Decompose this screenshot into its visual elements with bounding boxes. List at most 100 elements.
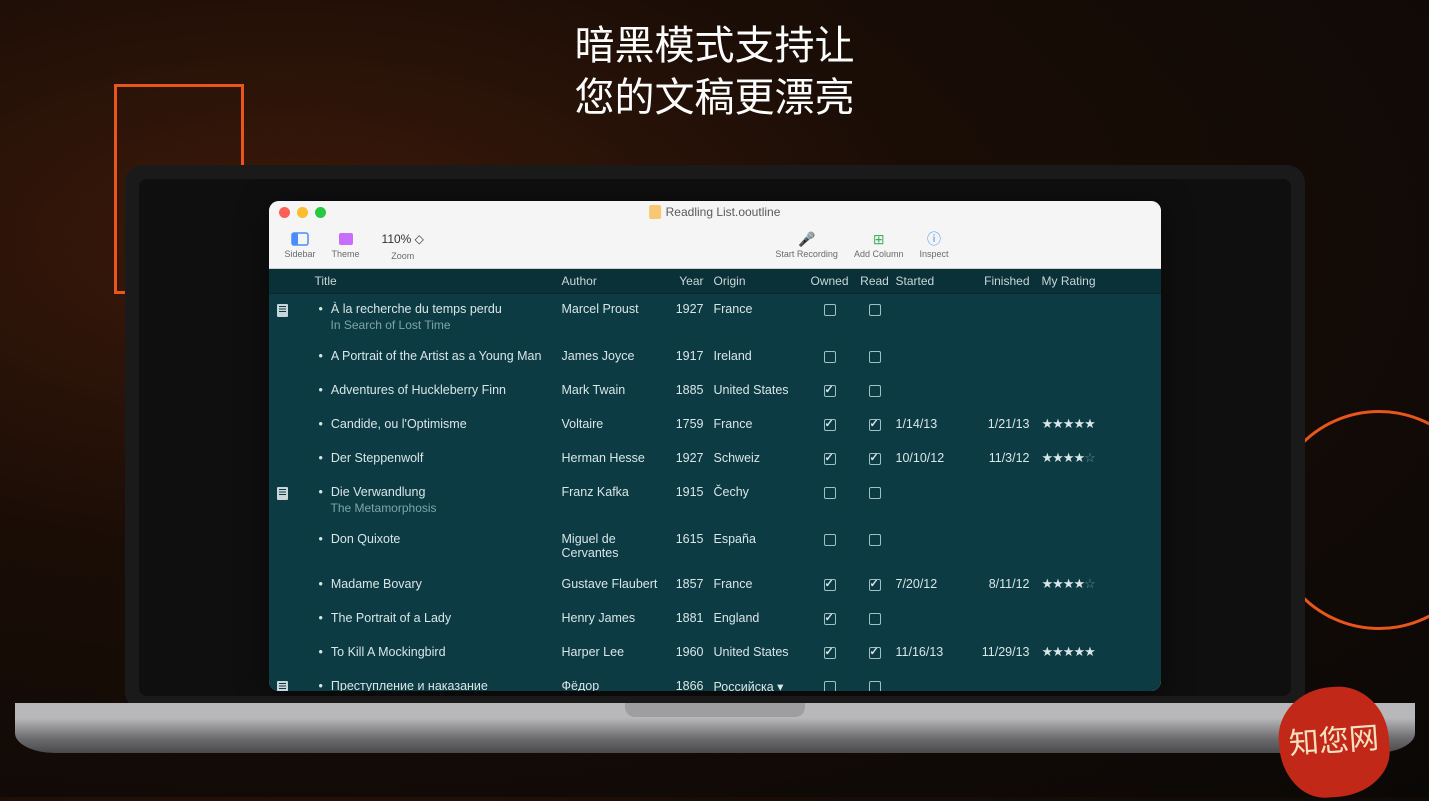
row-year[interactable]: 1915	[670, 482, 710, 502]
row-author[interactable]: Gustave Flaubert	[562, 574, 670, 594]
row-finished[interactable]	[966, 380, 1038, 386]
note-icon[interactable]	[277, 304, 288, 317]
row-title[interactable]: Candide, ou l'Optimisme	[315, 417, 562, 431]
col-origin[interactable]: Origin	[710, 269, 806, 293]
row-rating[interactable]	[1038, 529, 1130, 535]
row-started[interactable]	[896, 482, 966, 488]
row-origin[interactable]: France	[710, 574, 806, 594]
col-started[interactable]: Started	[896, 269, 966, 293]
table-row[interactable]: To Kill A MockingbirdHarper Lee1960Unite…	[269, 637, 1161, 671]
row-started[interactable]: 10/10/12	[896, 448, 966, 468]
read-checkbox[interactable]	[869, 613, 881, 625]
row-origin[interactable]: United States	[710, 642, 806, 662]
row-year[interactable]: 1615	[670, 529, 710, 549]
owned-checkbox[interactable]	[824, 304, 836, 316]
row-author[interactable]: Voltaire	[562, 414, 670, 434]
row-started[interactable]: 7/20/12	[896, 574, 966, 594]
row-title[interactable]: À la recherche du temps perdu	[315, 302, 562, 316]
row-finished[interactable]	[966, 529, 1038, 535]
read-checkbox[interactable]	[869, 419, 881, 431]
row-author[interactable]: Henry James	[562, 608, 670, 628]
row-started[interactable]	[896, 380, 966, 386]
row-author[interactable]: Фёдор	[562, 676, 670, 691]
row-started[interactable]	[896, 608, 966, 614]
row-origin[interactable]: France	[710, 414, 806, 434]
row-rating[interactable]	[1038, 482, 1130, 488]
row-origin[interactable]: Čechy	[710, 482, 806, 502]
row-origin[interactable]: Schweiz	[710, 448, 806, 468]
row-author[interactable]: Marcel Proust	[562, 299, 670, 319]
owned-checkbox[interactable]	[824, 487, 836, 499]
row-origin[interactable]: United States	[710, 380, 806, 400]
row-year[interactable]: 1885	[670, 380, 710, 400]
col-owned[interactable]: Owned	[806, 269, 854, 293]
row-title[interactable]: Преступление и наказание	[315, 679, 562, 691]
row-author[interactable]: James Joyce	[562, 346, 670, 366]
row-year[interactable]: 1917	[670, 346, 710, 366]
row-started[interactable]	[896, 676, 966, 682]
read-checkbox[interactable]	[869, 647, 881, 659]
read-checkbox[interactable]	[869, 534, 881, 546]
read-checkbox[interactable]	[869, 487, 881, 499]
table-row[interactable]: Madame BovaryGustave Flaubert1857France7…	[269, 569, 1161, 603]
row-origin[interactable]: España	[710, 529, 806, 549]
row-author[interactable]: Mark Twain	[562, 380, 670, 400]
row-started[interactable]: 11/16/13	[896, 642, 966, 662]
table-row[interactable]: Don QuixoteMiguel de Cervantes1615España	[269, 524, 1161, 569]
row-title[interactable]: Adventures of Huckleberry Finn	[315, 383, 562, 397]
row-finished[interactable]	[966, 482, 1038, 488]
owned-checkbox[interactable]	[824, 534, 836, 546]
col-title[interactable]: Title	[297, 269, 562, 293]
row-finished[interactable]	[966, 346, 1038, 352]
row-title[interactable]: A Portrait of the Artist as a Young Man	[315, 349, 562, 363]
row-year[interactable]: 1866	[670, 676, 710, 691]
fullscreen-button[interactable]	[315, 207, 326, 218]
zoom-control[interactable]: 110% ◇ Zoom	[368, 230, 438, 261]
row-rating[interactable]	[1038, 608, 1130, 614]
read-checkbox[interactable]	[869, 579, 881, 591]
row-title[interactable]: Die Verwandlung	[315, 485, 562, 499]
table-row[interactable]: A Portrait of the Artist as a Young ManJ…	[269, 341, 1161, 375]
read-checkbox[interactable]	[869, 385, 881, 397]
row-rating[interactable]	[1038, 380, 1130, 386]
row-year[interactable]: 1881	[670, 608, 710, 628]
owned-checkbox[interactable]	[824, 579, 836, 591]
col-finished[interactable]: Finished	[966, 269, 1038, 293]
col-year[interactable]: Year	[670, 269, 710, 293]
note-icon[interactable]	[277, 487, 288, 500]
row-title[interactable]: Madame Bovary	[315, 577, 562, 591]
row-started[interactable]	[896, 529, 966, 535]
row-title[interactable]: The Portrait of a Lady	[315, 611, 562, 625]
row-author[interactable]: Harper Lee	[562, 642, 670, 662]
owned-checkbox[interactable]	[824, 419, 836, 431]
add-column-button[interactable]: ⊞ Add Column	[846, 232, 912, 259]
row-year[interactable]: 1960	[670, 642, 710, 662]
row-rating[interactable]: ★★★★★	[1038, 642, 1130, 662]
row-title[interactable]: Der Steppenwolf	[315, 451, 562, 465]
row-rating[interactable]	[1038, 676, 1130, 682]
row-year[interactable]: 1927	[670, 299, 710, 319]
owned-checkbox[interactable]	[824, 681, 836, 691]
row-rating[interactable]	[1038, 346, 1130, 352]
row-year[interactable]: 1759	[670, 414, 710, 434]
row-origin[interactable]: England	[710, 608, 806, 628]
read-checkbox[interactable]	[869, 453, 881, 465]
read-checkbox[interactable]	[869, 351, 881, 363]
row-finished[interactable]: 1/21/13	[966, 414, 1038, 434]
owned-checkbox[interactable]	[824, 351, 836, 363]
col-read[interactable]: Read	[854, 269, 896, 293]
owned-checkbox[interactable]	[824, 647, 836, 659]
row-rating[interactable]: ★★★★★	[1038, 414, 1130, 434]
table-row[interactable]: Der SteppenwolfHerman Hesse1927Schweiz10…	[269, 443, 1161, 477]
row-origin[interactable]: Российска ▾	[710, 676, 806, 691]
row-author[interactable]: Miguel de Cervantes	[562, 529, 670, 563]
read-checkbox[interactable]	[869, 681, 881, 691]
table-row[interactable]: Die VerwandlungThe MetamorphosisFranz Ka…	[269, 477, 1161, 524]
minimize-button[interactable]	[297, 207, 308, 218]
search-field[interactable]: 🔍	[985, 201, 1145, 314]
theme-button[interactable]: Theme	[324, 232, 368, 259]
owned-checkbox[interactable]	[824, 453, 836, 465]
row-finished[interactable]	[966, 676, 1038, 682]
owned-checkbox[interactable]	[824, 613, 836, 625]
start-recording-button[interactable]: 🎤 Start Recording	[767, 232, 846, 259]
